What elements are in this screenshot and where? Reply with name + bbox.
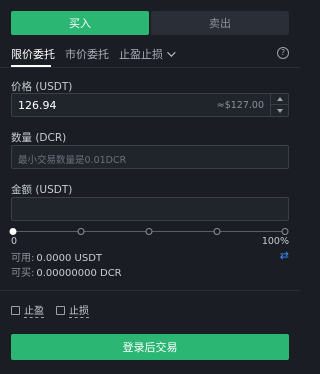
stop-loss-option[interactable]: 止损 — [56, 302, 89, 318]
slider-max-label: 100% — [261, 236, 289, 247]
stop-loss-label: 止损 — [69, 302, 89, 318]
take-profit-label: 止盈 — [24, 302, 44, 318]
tab-stop-order[interactable]: 止盈止损 — [119, 46, 176, 62]
quantity-input[interactable]: 最小交易数量是0.01DCR — [11, 145, 289, 169]
arrow-down-icon — [276, 108, 283, 113]
divider — [0, 290, 300, 291]
arrow-up-icon — [276, 97, 283, 101]
tab-limit-order[interactable]: 限价委托 — [11, 46, 55, 62]
amount-slider[interactable] — [9, 228, 289, 236]
quantity-placeholder: 最小交易数量是0.01DCR — [18, 155, 127, 166]
chevron-down-icon — [167, 48, 176, 57]
available-label: 可用: — [11, 253, 35, 264]
sell-tab[interactable]: 卖出 — [151, 11, 289, 35]
take-profit-checkbox[interactable] — [11, 305, 20, 315]
decrement-button[interactable] — [271, 105, 288, 116]
buyable-amount: 可买: 0.00000000 DCR — [11, 264, 122, 279]
price-usd-estimate: ≈$127.00 — [216, 100, 264, 111]
available-value: 0.0000 USDT — [36, 253, 103, 264]
slider-min-label: 0 — [11, 236, 18, 247]
increment-button[interactable] — [271, 94, 288, 105]
slider-handle[interactable] — [9, 228, 17, 235]
login-to-trade-button[interactable]: 登录后交易 — [11, 334, 289, 360]
price-input[interactable]: 126.94 ≈$127.00 — [11, 93, 289, 117]
take-profit-option[interactable]: 止盈 — [11, 302, 44, 318]
transfer-icon[interactable]: ⇄ — [280, 249, 289, 262]
buyable-label: 可买: — [11, 268, 35, 279]
divider — [0, 67, 300, 68]
price-value: 126.94 — [18, 99, 57, 112]
available-balance: 可用: 0.0000 USDT — [11, 249, 102, 264]
slider-step-75[interactable] — [213, 228, 221, 235]
tab-market-order[interactable]: 市价委托 — [65, 46, 109, 62]
amount-label: 金额 (USDT) — [11, 184, 73, 196]
buy-tab[interactable]: 买入 — [11, 11, 149, 35]
amount-input[interactable] — [11, 197, 289, 221]
tp-sl-options: 止盈 止损 — [11, 302, 101, 318]
slider-step-100[interactable] — [281, 228, 289, 235]
price-label: 价格 (USDT) — [11, 81, 73, 93]
quantity-label: 数量 (DCR) — [11, 132, 67, 144]
price-stepper — [270, 94, 288, 116]
tab-stop-order-label: 止盈止损 — [119, 48, 163, 61]
stop-loss-checkbox[interactable] — [56, 305, 65, 315]
side-toggle: 买入 卖出 — [11, 11, 289, 35]
help-icon[interactable]: ? — [277, 47, 289, 59]
slider-step-50[interactable] — [145, 228, 153, 235]
slider-step-25[interactable] — [77, 228, 85, 235]
order-type-tabs: 限价委托 市价委托 止盈止损 ? — [11, 43, 289, 65]
buyable-value: 0.00000000 DCR — [36, 268, 122, 279]
